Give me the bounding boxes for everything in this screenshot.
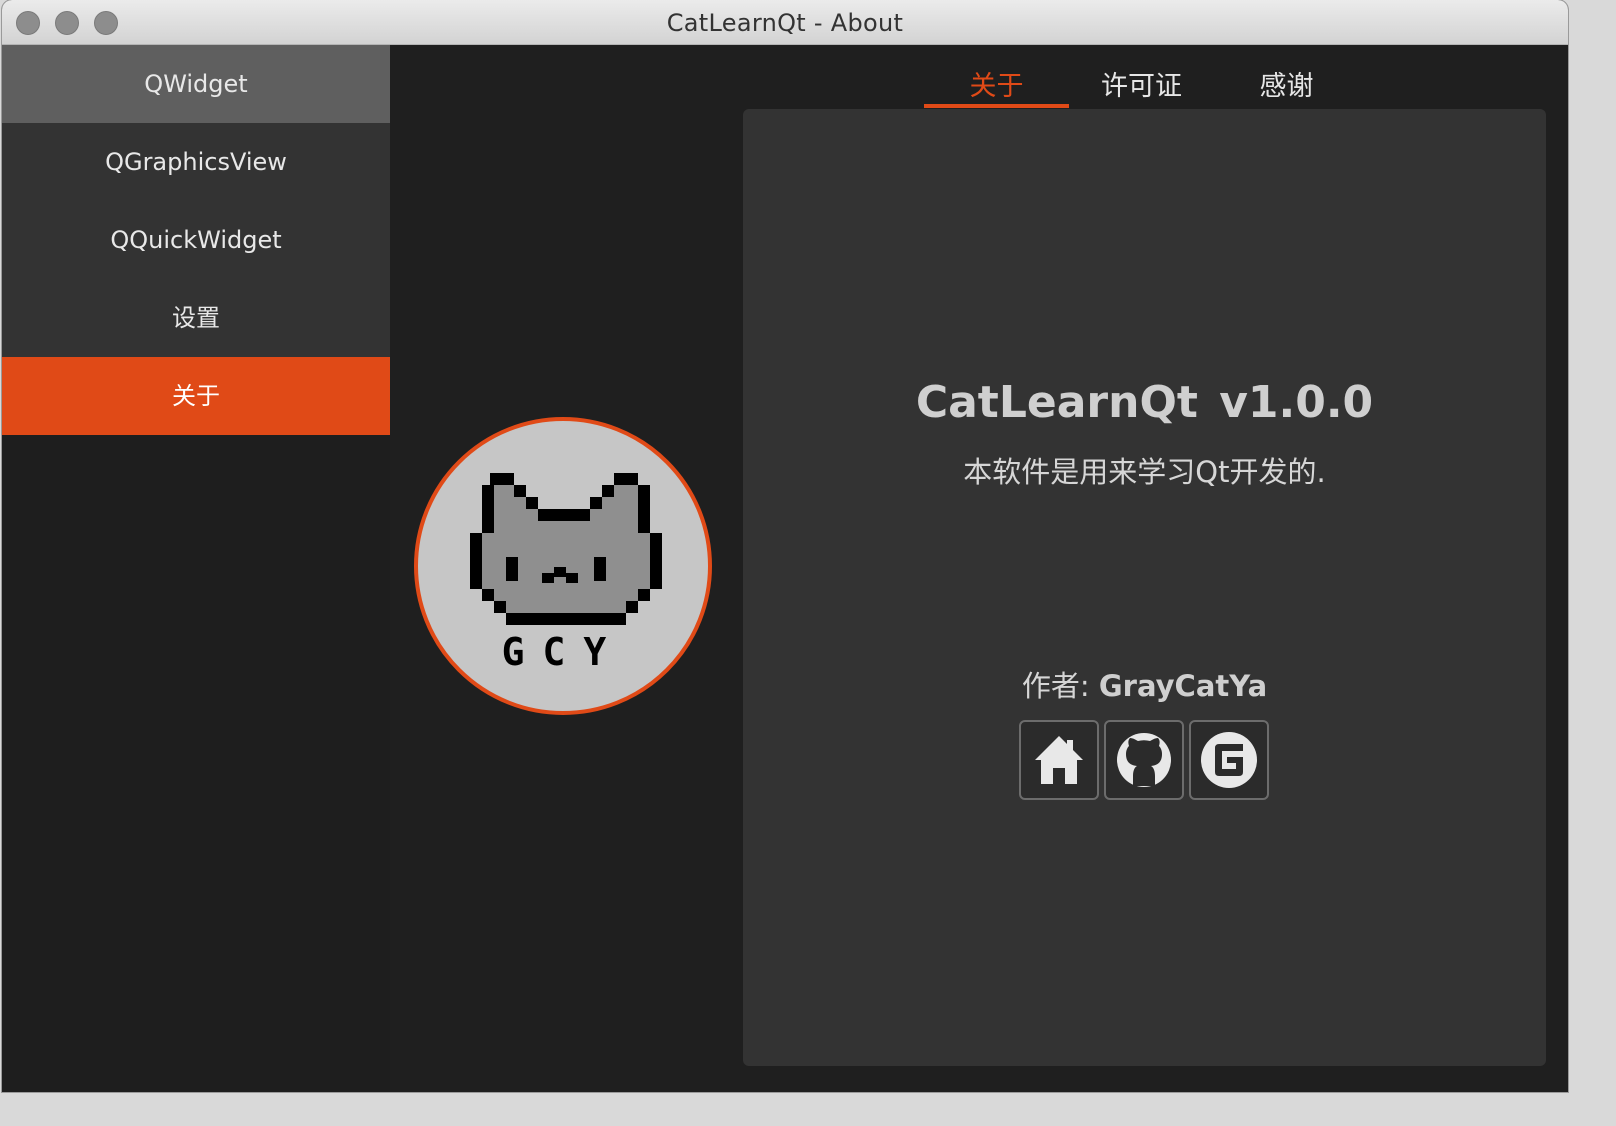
app-title: CatLearnQt v1.0.0 bbox=[915, 377, 1374, 428]
github-link-button[interactable] bbox=[1104, 720, 1184, 800]
pixel-cat-logo: GCY bbox=[470, 473, 662, 674]
app-description: 本软件是用来学习Qt开发的. bbox=[963, 455, 1326, 489]
link-buttons bbox=[1019, 720, 1269, 800]
logo-avatar: GCY bbox=[414, 417, 712, 715]
about-panel: CatLearnQt v1.0.0 本软件是用来学习Qt开发的. 作者: Gra… bbox=[743, 109, 1546, 1066]
author-row: 作者: GrayCatYa bbox=[743, 663, 1546, 705]
github-icon bbox=[1117, 733, 1171, 787]
sidebar-item-qgraphicsview[interactable]: QGraphicsView bbox=[2, 123, 390, 201]
tab-bar: 关于 许可证 感谢 bbox=[924, 50, 1359, 108]
sidebar-item-settings[interactable]: 设置 bbox=[2, 279, 390, 357]
title-bar: CatLearnQt - About bbox=[2, 0, 1568, 45]
logo-text: GCY bbox=[502, 630, 625, 674]
sidebar-item-about[interactable]: 关于 bbox=[2, 357, 390, 435]
app-window: CatLearnQt - About QWidget QGraphicsView… bbox=[2, 0, 1568, 1092]
home-link-button[interactable] bbox=[1019, 720, 1099, 800]
tab-about[interactable]: 关于 bbox=[924, 50, 1069, 108]
author-name: GrayCatYa bbox=[1098, 669, 1268, 703]
gitee-icon bbox=[1201, 732, 1257, 788]
gitee-link-button[interactable] bbox=[1189, 720, 1269, 800]
tab-thanks[interactable]: 感谢 bbox=[1214, 50, 1359, 108]
sidebar-item-qwidget[interactable]: QWidget bbox=[2, 45, 390, 123]
home-icon bbox=[1035, 736, 1083, 784]
sidebar-item-qquickwidget[interactable]: QQuickWidget bbox=[2, 201, 390, 279]
tab-license[interactable]: 许可证 bbox=[1069, 50, 1214, 108]
window-title: CatLearnQt - About bbox=[666, 9, 904, 37]
sidebar: QWidget QGraphicsView QQuickWidget 设置 关于 bbox=[2, 45, 390, 1092]
author-label: 作者: bbox=[1021, 669, 1090, 703]
